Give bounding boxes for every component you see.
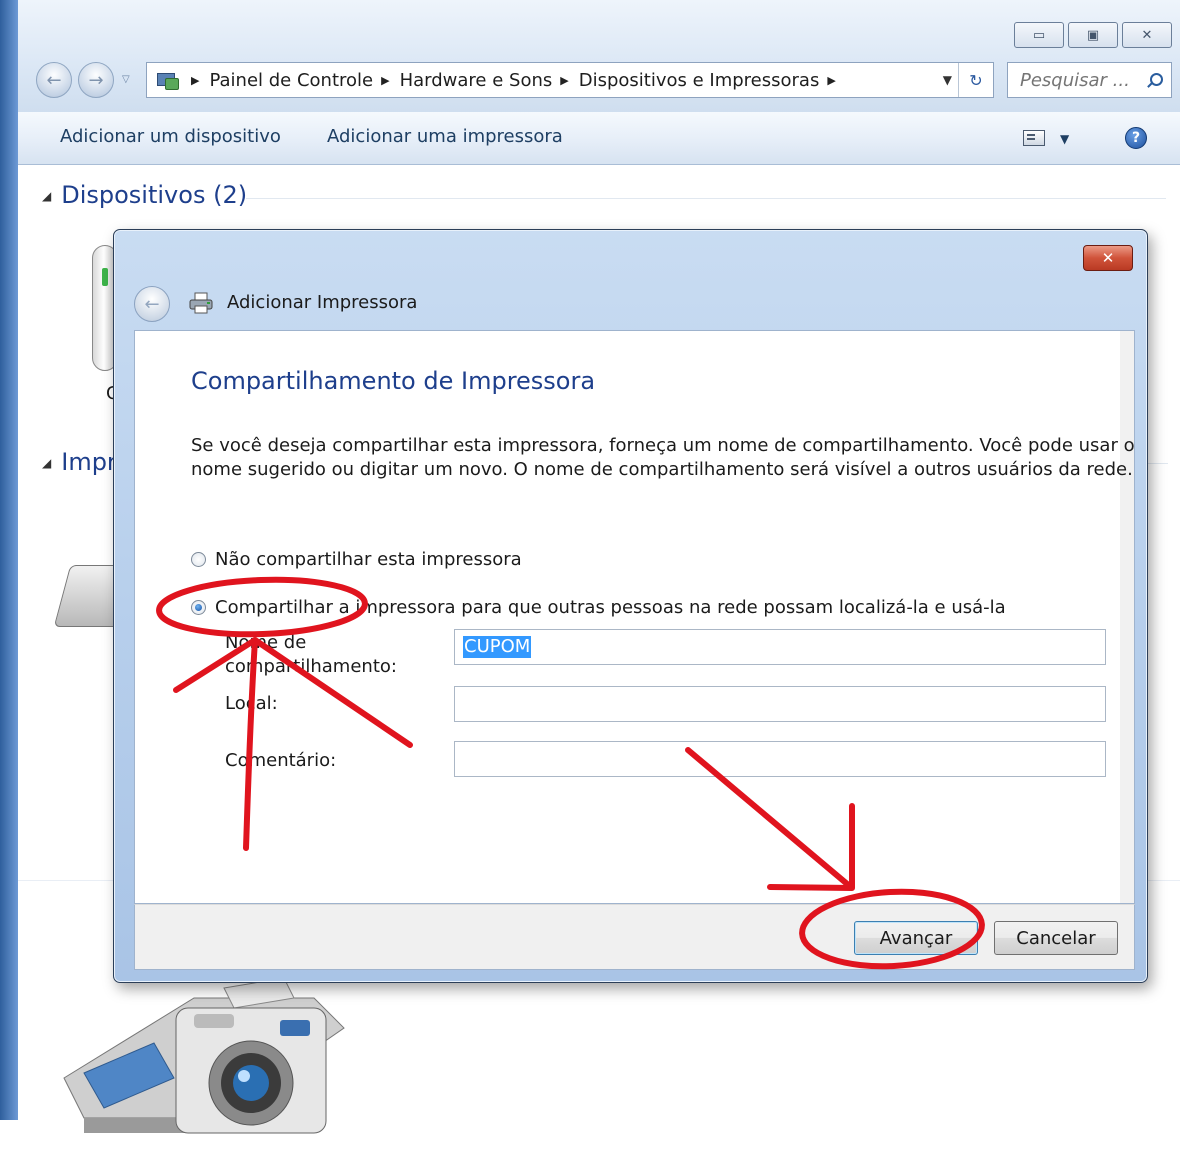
no-share-option[interactable]: Não compartilhar esta impressora (191, 549, 522, 570)
collapse-triangle-icon[interactable]: ◢ (42, 189, 51, 203)
dialog-close-button[interactable]: ✕ (1083, 245, 1133, 271)
description-line-1: Se você deseja compartilhar esta impress… (191, 435, 1135, 456)
address-bar[interactable]: ▶ Painel de Controle ▶ Hardware e Sons ▶… (146, 62, 994, 98)
breadcrumb-hardware-sound[interactable]: Hardware e Sons (400, 70, 553, 91)
dialog-footer: Avançar Cancelar (134, 904, 1135, 970)
group-devices-label: Dispositivos (2) (61, 181, 248, 209)
search-icon[interactable] (1147, 73, 1163, 88)
search-box[interactable] (1007, 62, 1172, 98)
address-dropdown-icon[interactable]: ▼ (943, 73, 952, 87)
command-bar: Adicionar um dispositivo Adicionar uma i… (18, 112, 1180, 165)
minimize-button[interactable]: ▭ (1014, 22, 1064, 48)
refresh-icon: ↻ (969, 70, 983, 90)
back-button[interactable]: ← (36, 62, 72, 98)
dialog-title: Adicionar Impressora (227, 292, 418, 313)
window-frame (0, 0, 18, 1120)
group-header-devices[interactable]: ◢ Dispositivos (2) (42, 181, 247, 209)
no-share-radio[interactable] (191, 552, 206, 567)
maximize-icon: ▣ (1086, 27, 1100, 43)
share-name-selected-text[interactable]: CUPOM (463, 636, 532, 658)
comment-field[interactable] (454, 741, 1106, 777)
breadcrumb-arrow-icon[interactable]: ▶ (560, 74, 568, 87)
dialog-back-button[interactable]: ← (134, 286, 170, 322)
breadcrumb-arrow-icon[interactable]: ▶ (191, 74, 199, 87)
share-label: Compartilhar a impressora para que outra… (215, 597, 1006, 618)
minimize-icon: ▭ (1032, 27, 1046, 43)
add-device-button[interactable]: Adicionar um dispositivo (60, 126, 281, 147)
refresh-button[interactable]: ↻ (958, 63, 993, 97)
share-name-label-line-2: compartilhamento: (225, 656, 397, 677)
breadcrumb-devices-printers[interactable]: Dispositivos e Impressoras (579, 70, 820, 91)
breadcrumb-control-panel[interactable]: Painel de Controle (209, 70, 373, 91)
forward-button[interactable]: → (78, 62, 114, 98)
search-input[interactable] (1018, 68, 1142, 92)
dialog-content: Compartilhamento de Impressora Se você d… (134, 330, 1135, 904)
close-icon: ✕ (1141, 27, 1153, 43)
group-divider (246, 198, 1166, 199)
close-icon: ✕ (1101, 249, 1115, 267)
cancel-button[interactable]: Cancelar (994, 921, 1118, 955)
next-button[interactable]: Avançar (854, 921, 978, 955)
share-name-label-line-1: Nome de (225, 632, 307, 653)
printer-icon (189, 292, 213, 314)
help-icon[interactable]: ? (1125, 127, 1147, 149)
share-option[interactable]: Compartilhar a impressora para que outra… (191, 597, 1006, 618)
control-panel-icon (155, 71, 179, 90)
add-printer-button[interactable]: Adicionar uma impressora (327, 126, 563, 147)
share-name-label: Nome de compartilhamento: (225, 631, 397, 679)
location-input[interactable] (455, 687, 1105, 721)
arrow-right-icon: → (88, 69, 104, 91)
add-printer-dialog: ✕ ← Adicionar Impressora Compartilhament… (113, 229, 1148, 983)
breadcrumb-arrow-icon[interactable]: ▶ (381, 74, 389, 87)
no-share-label: Não compartilhar esta impressora (215, 549, 522, 570)
view-options-dropdown-icon[interactable]: ▼ (1060, 132, 1069, 146)
close-window-button[interactable]: ✕ (1122, 22, 1172, 48)
arrow-left-icon: ← (46, 69, 62, 91)
recent-pages-dropdown[interactable]: ▽ (122, 74, 130, 85)
scrollbar[interactable] (1120, 331, 1134, 903)
comment-label: Comentário: (225, 750, 337, 771)
maximize-button[interactable]: ▣ (1068, 22, 1118, 48)
camera-printer-device-icon[interactable] (44, 968, 364, 1138)
arrow-left-icon: ← (144, 293, 160, 315)
location-label: Local: (225, 693, 278, 714)
share-name-field[interactable]: CUPOM (454, 629, 1106, 665)
location-field[interactable] (454, 686, 1106, 722)
group-header-printers[interactable]: ◢ Impr (42, 448, 117, 476)
collapse-triangle-icon[interactable]: ◢ (42, 456, 51, 470)
group-printers-label: Impr (61, 448, 117, 476)
breadcrumb-arrow-icon[interactable]: ▶ (827, 74, 835, 87)
page-title: Compartilhamento de Impressora (191, 367, 596, 395)
change-view-icon[interactable] (1023, 130, 1045, 146)
share-radio[interactable] (191, 600, 206, 615)
description-line-2: nome sugerido ou digitar um novo. O nome… (191, 459, 1133, 480)
comment-input[interactable] (455, 742, 1105, 776)
